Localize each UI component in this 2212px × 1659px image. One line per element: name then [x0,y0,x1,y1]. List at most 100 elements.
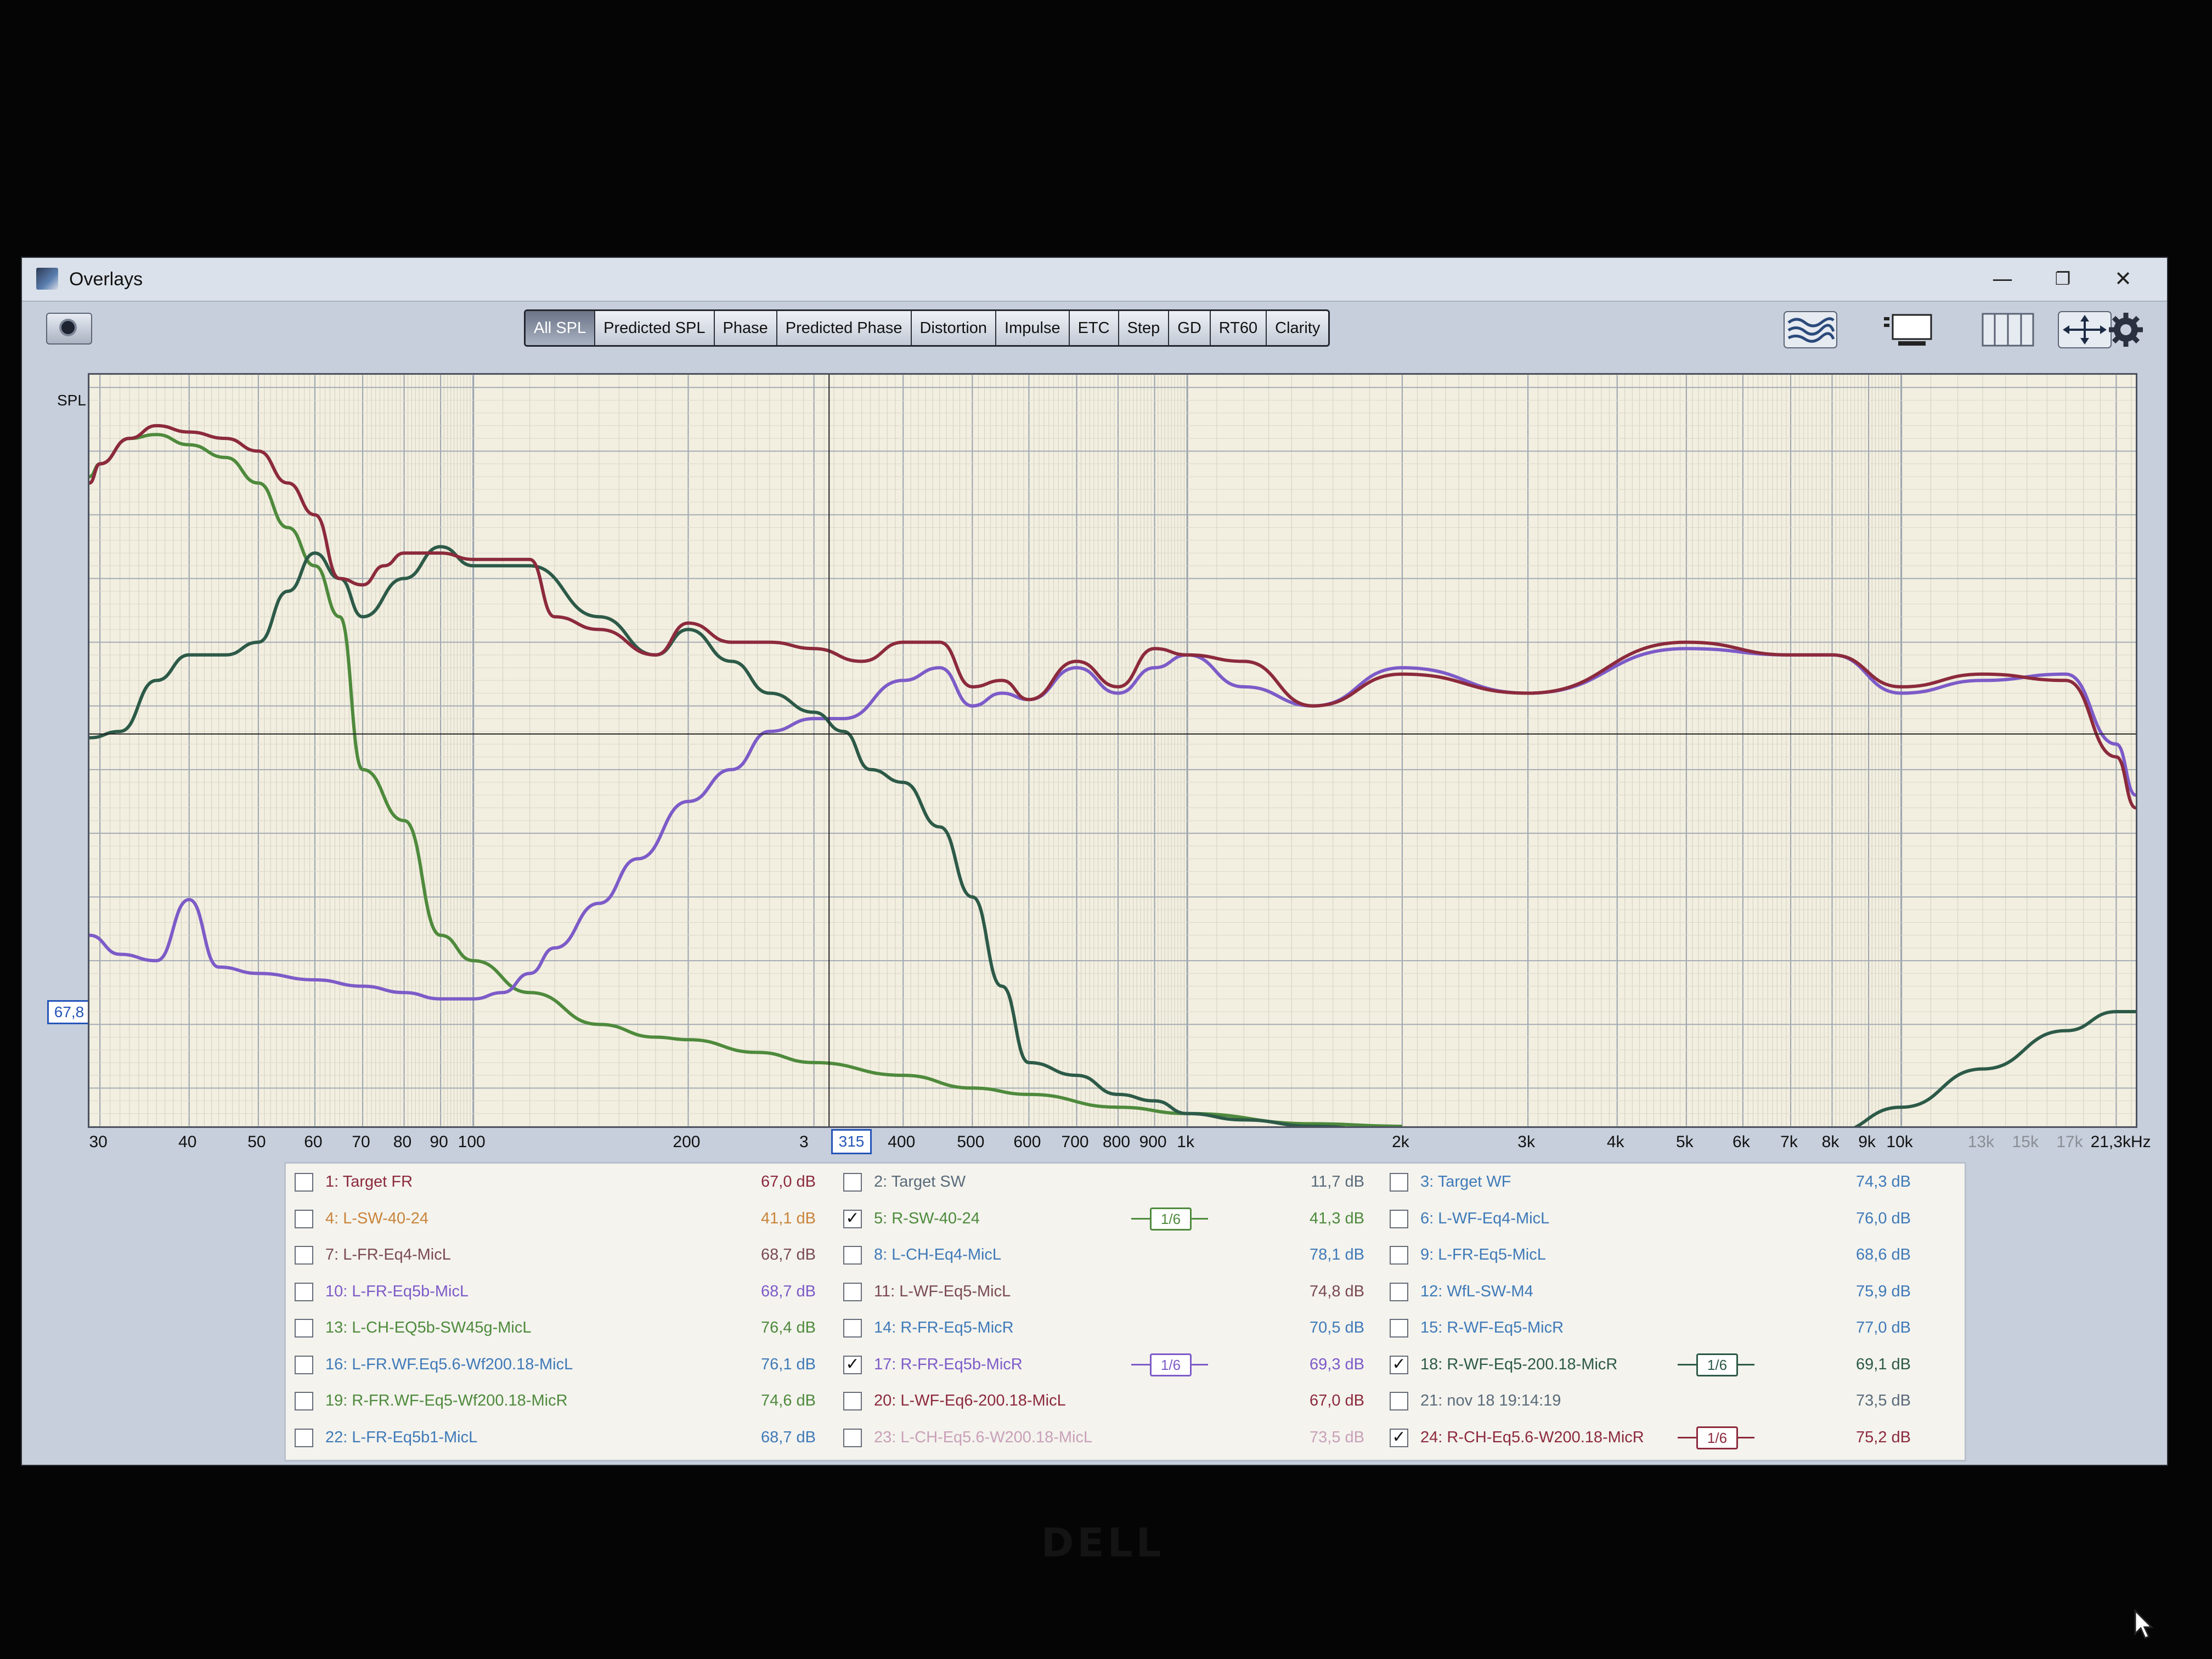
legend-item[interactable]: 6: L-WF-Eq4-MicL 76,0 dB [1390,1206,1938,1231]
spl-plot[interactable] [88,373,2137,1128]
x-tick-label: 400 [888,1133,916,1151]
tab-distortion[interactable]: Distortion [911,311,997,345]
legend-item[interactable]: 11: L-WF-Eq5-MicL 74,8 dB [843,1279,1392,1304]
legend-item[interactable]: ✓ 24: R-CH-Eq5.6-W200.18-MicR 1/6 75,2 dB [1390,1425,1938,1450]
tab-etc[interactable]: ETC [1069,311,1119,345]
measurement-level: 11,7 dB [1311,1173,1364,1190]
legend-item[interactable]: 12: WfL-SW-M4 75,9 dB [1390,1279,1938,1304]
measurement-name: 12: WfL-SW-M4 [1420,1282,1533,1300]
measurement-name: 9: L-FR-Eq5-MicL [1420,1246,1546,1263]
minimize-button[interactable]: — [1980,263,2024,294]
legend-item[interactable]: 9: L-FR-Eq5-MicL 68,6 dB [1390,1242,1938,1267]
tab-rt60[interactable]: RT60 [1210,311,1267,345]
measurement-checkbox[interactable] [1390,1209,1408,1228]
legend-item[interactable]: ✓ 18: R-WF-Eq5-200.18-MicR 1/6 69,1 dB [1390,1352,1938,1377]
measurement-checkbox[interactable] [1390,1392,1408,1410]
measurement-name: 7: L-FR-Eq4-MicL [325,1246,451,1263]
tab-predicted-phase[interactable]: Predicted Phase [777,311,912,345]
measurement-checkbox[interactable] [295,1246,313,1265]
measurement-name: 5: R-SW-40-24 [874,1209,980,1227]
x-tick-label: 21,3kHz [2090,1133,2151,1151]
measurement-level: 76,0 dB [1856,1209,1911,1227]
measurement-checkbox[interactable] [295,1282,313,1301]
legend-item[interactable]: 10: L-FR-Eq5b-MicL 68,7 dB [295,1279,843,1304]
measurement-checkbox[interactable] [843,1246,862,1265]
measurement-name: 23: L-CH-Eq5.6-W200.18-MicL [874,1428,1093,1446]
measurement-name: 8: L-CH-Eq4-MicL [874,1246,1002,1263]
tab-step[interactable]: Step [1119,311,1170,345]
measurement-level: 68,7 dB [761,1282,816,1300]
measurement-checkbox[interactable] [843,1173,862,1192]
x-tick-label: 13k [1967,1133,1995,1151]
y-cursor-readout[interactable]: 67,8 [47,1000,91,1024]
legend-item[interactable]: 3: Target WF 74,3 dB [1390,1169,1938,1194]
measurement-checkbox[interactable]: ✓ [843,1355,862,1374]
measurement-name: 3: Target WF [1420,1173,1511,1190]
smoothing-indicator[interactable]: 1/6 [1678,1426,1754,1449]
x-tick-label: 600 [1013,1133,1041,1151]
measurement-level: 69,1 dB [1856,1355,1911,1373]
legend-item[interactable]: 23: L-CH-Eq5.6-W200.18-MicL 73,5 dB [843,1425,1392,1450]
legend-item[interactable]: 22: L-FR-Eq5b1-MicL 68,7 dB [295,1425,843,1450]
legend-item[interactable]: 2: Target SW 11,7 dB [843,1169,1392,1194]
legend-item[interactable]: 20: L-WF-Eq6-200.18-MicL 67,0 dB [843,1388,1392,1413]
legend-item[interactable]: 4: L-SW-40-24 41,1 dB [295,1206,843,1231]
measurement-checkbox[interactable] [1390,1246,1408,1265]
columns-icon[interactable] [1980,311,2035,349]
x-tick-label: 200 [673,1133,701,1151]
smoothing-indicator[interactable]: 1/6 [1678,1353,1754,1376]
legend-item[interactable]: 14: R-FR-Eq5-MicR 70,5 dB [843,1315,1392,1340]
legend-item[interactable]: 7: L-FR-Eq4-MicL 68,7 dB [295,1242,843,1267]
legend-item[interactable]: 15: R-WF-Eq5-MicR 77,0 dB [1390,1315,1938,1340]
measurement-checkbox[interactable]: ✓ [1390,1428,1408,1447]
tab-all-spl[interactable]: All SPL [526,311,596,345]
tab-impulse[interactable]: Impulse [996,311,1070,345]
smoothing-indicator[interactable]: 1/6 [1131,1353,1208,1376]
x-tick-label: 3 [799,1133,809,1151]
overlays-window: Overlays — ❐ ✕ All SPL Predicted SPL Phase… [22,258,2167,1639]
tab-phase[interactable]: Phase [714,311,777,345]
legend-item[interactable]: ✓ 17: R-FR-Eq5b-MicR 1/6 69,3 dB [843,1352,1392,1377]
measurement-checkbox[interactable] [295,1428,313,1447]
legend-item[interactable]: ✓ 5: R-SW-40-24 1/6 41,3 dB [843,1206,1392,1231]
measurement-checkbox[interactable] [295,1355,313,1374]
measurement-checkbox[interactable] [295,1392,313,1410]
tab-clarity[interactable]: Clarity [1267,311,1329,345]
x-tick-label: 40 [178,1133,197,1151]
measurement-checkbox[interactable] [843,1392,862,1410]
x-tick-label: 500 [957,1133,985,1151]
restore-button[interactable]: ❐ [2041,263,2085,294]
camera-icon[interactable] [46,313,92,345]
gear-icon[interactable] [2107,311,2145,349]
measurement-checkbox[interactable]: ✓ [1390,1355,1408,1374]
legend-item[interactable]: 13: L-CH-EQ5b-SW45g-MicL 76,4 dB [295,1315,843,1340]
measurement-checkbox[interactable] [295,1173,313,1192]
measurement-checkbox[interactable] [1390,1319,1408,1338]
legend-item[interactable]: 21: nov 18 19:14:19 73,5 dB [1390,1388,1938,1413]
measurement-name: 17: R-FR-Eq5b-MicR [874,1355,1023,1373]
close-button[interactable]: ✕ [2101,263,2145,294]
legend-item[interactable]: 8: L-CH-Eq4-MicL 78,1 dB [843,1242,1392,1267]
measurement-checkbox[interactable] [1390,1173,1408,1192]
measurement-checkbox[interactable] [1390,1282,1408,1301]
legend-item[interactable]: 1: Target FR 67,0 dB [295,1169,843,1194]
x-cursor-readout[interactable]: 315 [831,1129,872,1154]
legend-item[interactable]: 16: L-FR.WF.Eq5.6-Wf200.18-MicL 76,1 dB [295,1352,843,1377]
measurement-checkbox[interactable] [295,1209,313,1228]
x-tick-label: 30 [89,1133,108,1151]
x-tick-label: 800 [1102,1133,1131,1151]
layout-icon[interactable] [1882,311,1937,349]
measurement-checkbox[interactable] [843,1282,862,1301]
fit-arrows-icon[interactable] [2057,311,2112,349]
waveforms-icon[interactable] [1783,311,1838,349]
tab-predicted-spl[interactable]: Predicted SPL [595,311,715,345]
smoothing-indicator[interactable]: 1/6 [1131,1207,1208,1231]
legend-item[interactable]: 19: R-FR.WF-Eq5-Wf200.18-MicR 74,6 dB [295,1388,843,1413]
tab-gd[interactable]: GD [1169,311,1211,345]
measurement-checkbox[interactable]: ✓ [843,1209,862,1228]
x-tick-label: 4k [1606,1133,1624,1151]
measurement-checkbox[interactable] [295,1319,313,1338]
x-tick-label: 700 [1061,1133,1089,1151]
measurement-checkbox[interactable] [843,1319,862,1338]
measurement-checkbox[interactable] [843,1428,862,1447]
